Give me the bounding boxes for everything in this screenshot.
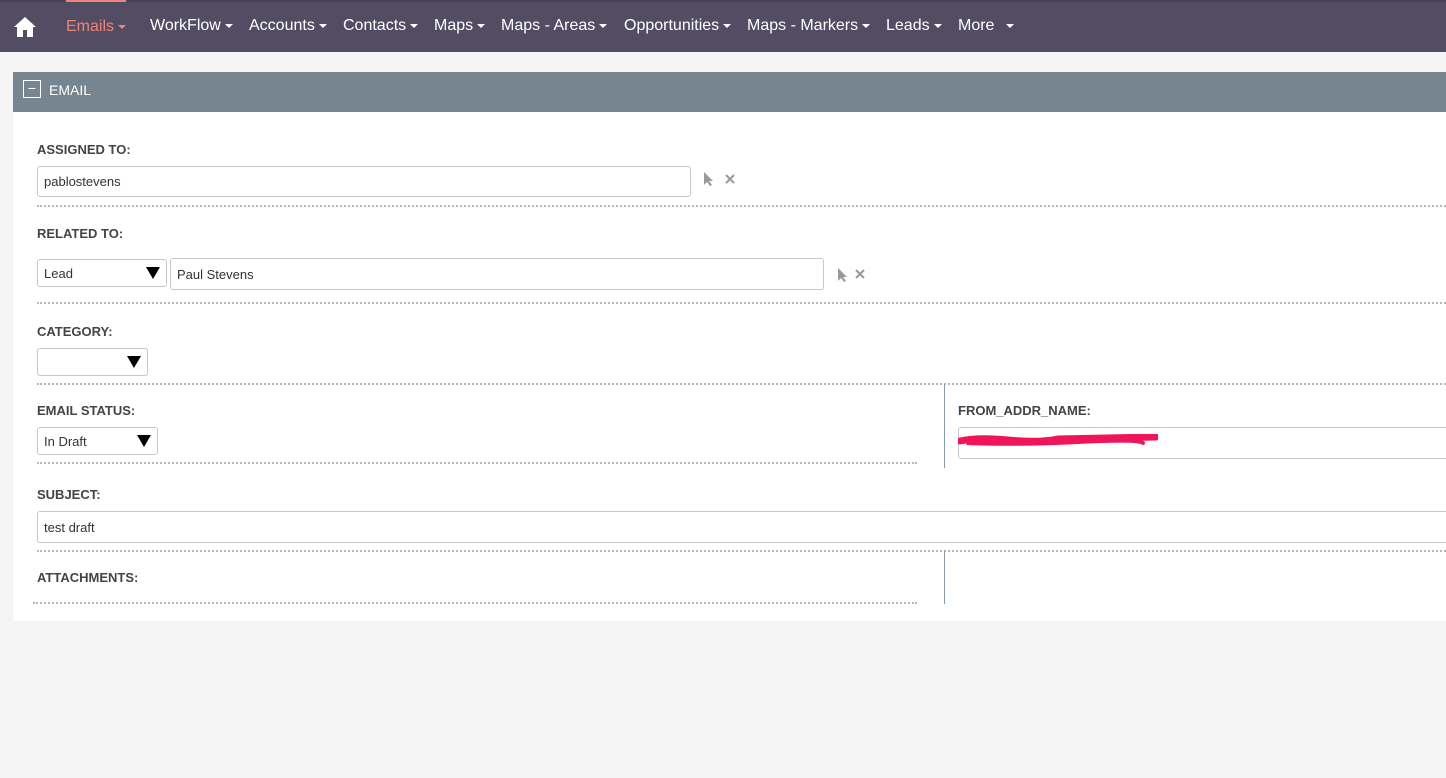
nav-emails[interactable]: Emails [66, 0, 127, 52]
assigned-to-value: pablostevens [44, 174, 121, 189]
chevron-down-icon [862, 23, 871, 28]
dropdown-arrow-icon [137, 435, 151, 447]
related-to-value: Paul Stevens [177, 266, 254, 282]
related-to-input[interactable]: Paul Stevens [170, 258, 824, 290]
redaction-mark [958, 434, 1158, 446]
panel-header: − EMAIL [13, 72, 1446, 112]
dropdown-arrow-icon [127, 356, 141, 368]
nav-label: Emails [66, 18, 115, 35]
nav-maps-areas[interactable]: Maps - Areas [501, 2, 608, 52]
nav-label: More [958, 17, 995, 34]
email-status-select[interactable]: In Draft [37, 427, 158, 455]
nav-label: Contacts [343, 17, 407, 34]
nav-label: Opportunities [624, 17, 720, 34]
chevron-down-icon [318, 23, 327, 28]
attachments-label: ATTACHMENTS: [37, 570, 139, 585]
divider [37, 302, 1446, 304]
email-status-value: In Draft [44, 433, 87, 449]
related-to-type-value: Lead [44, 265, 73, 281]
top-navigation-bar: Emails WorkFlow Accounts Contacts Maps M… [0, 0, 1446, 52]
chevron-down-icon [723, 23, 732, 28]
category-label: CATEGORY: [37, 324, 113, 339]
chevron-down-icon [477, 23, 486, 28]
nav-workflow[interactable]: WorkFlow [150, 2, 233, 52]
nav-opportunities[interactable]: Opportunities [624, 2, 732, 52]
assigned-to-input[interactable]: pablostevens [37, 166, 691, 197]
select-cursor-icon[interactable] [702, 171, 716, 187]
panel-title: EMAIL [49, 82, 92, 98]
dropdown-arrow-icon [146, 267, 160, 279]
home-icon[interactable] [13, 16, 37, 38]
nav-maps[interactable]: Maps [434, 2, 486, 52]
chevron-down-icon [1006, 23, 1015, 28]
related-to-label: RELATED TO: [37, 226, 124, 241]
nav-accounts[interactable]: Accounts [249, 2, 327, 52]
chevron-down-icon [410, 23, 419, 28]
category-select[interactable] [37, 348, 148, 376]
from-addr-name-label: FROM_ADDR_NAME: [958, 403, 1091, 418]
chevron-down-icon [933, 23, 942, 28]
clear-icon[interactable] [855, 269, 865, 279]
chevron-down-icon [224, 23, 233, 28]
select-cursor-icon[interactable] [836, 267, 850, 283]
nav-more[interactable]: More [958, 2, 1015, 52]
nav-label: Maps - Areas [501, 17, 596, 34]
email-status-label: EMAIL STATUS: [37, 403, 136, 418]
related-to-type-select[interactable]: Lead [37, 259, 167, 287]
clear-icon[interactable] [724, 173, 736, 185]
divider [37, 550, 1446, 552]
subject-label: SUBJECT: [37, 487, 101, 502]
subject-input[interactable]: test draft [37, 511, 1446, 543]
column-separator [944, 384, 945, 468]
column-separator [944, 551, 945, 604]
nav-maps-markers[interactable]: Maps - Markers [747, 2, 871, 52]
nav-leads[interactable]: Leads [886, 2, 942, 52]
divider [37, 383, 1446, 385]
chevron-down-icon [599, 23, 608, 28]
nav-label: WorkFlow [150, 17, 221, 34]
nav-label: Maps - Markers [747, 17, 859, 34]
nav-contacts[interactable]: Contacts [343, 2, 419, 52]
divider [33, 602, 917, 604]
nav-label: Leads [886, 17, 930, 34]
nav-label: Accounts [249, 17, 315, 34]
assigned-to-label: ASSIGNED TO: [37, 142, 131, 157]
divider [37, 462, 917, 464]
divider [37, 205, 1446, 207]
subject-value: test draft [44, 519, 95, 535]
chevron-down-icon [118, 24, 127, 29]
collapse-button[interactable]: − [23, 80, 41, 98]
nav-label: Maps [434, 17, 474, 34]
